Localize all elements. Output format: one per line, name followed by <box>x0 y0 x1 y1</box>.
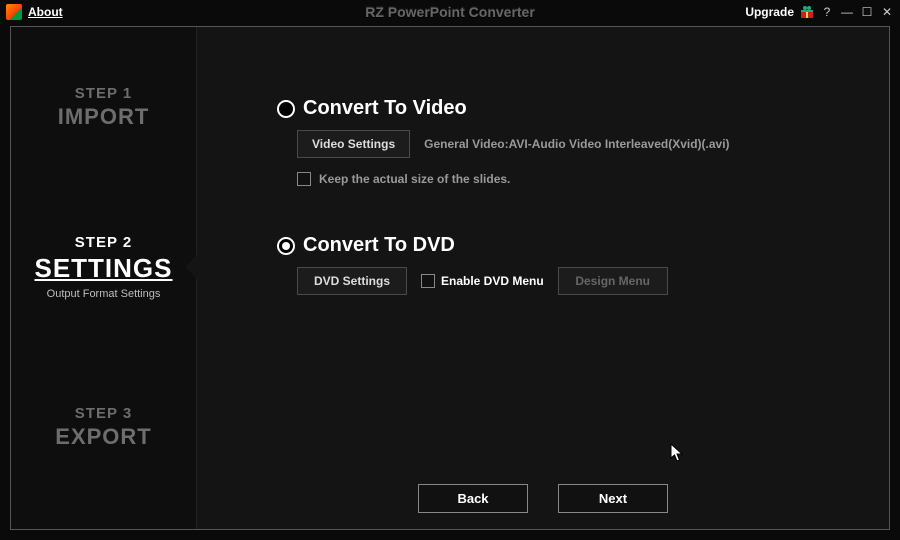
minimize-icon[interactable]: — <box>840 5 854 19</box>
video-settings-button[interactable]: Video Settings <box>297 130 410 158</box>
titlebar-right: Upgrade ? — ☐ ✕ <box>745 5 894 19</box>
settings-panel: Convert To Video Video Settings General … <box>197 27 889 529</box>
step-export[interactable]: STEP 3 EXPORT <box>11 347 196 507</box>
upgrade-link[interactable]: Upgrade <box>745 5 794 19</box>
step-name: STEP 2 <box>75 234 132 251</box>
step-name: STEP 3 <box>75 405 132 422</box>
video-format-info: General Video:AVI-Audio Video Interleave… <box>424 137 729 151</box>
option-label: Convert To Video <box>303 97 467 120</box>
dvd-settings-button[interactable]: DVD Settings <box>297 267 407 295</box>
keep-size-row: Keep the actual size of the slides. <box>297 172 849 186</box>
step-title: IMPORT <box>58 104 150 130</box>
help-icon[interactable]: ? <box>820 5 834 19</box>
option-convert-to-dvd[interactable]: Convert To DVD <box>277 234 849 257</box>
app-icon <box>6 4 22 20</box>
keep-size-label: Keep the actual size of the slides. <box>319 172 510 186</box>
step-import[interactable]: STEP 1 IMPORT <box>11 27 196 187</box>
step-settings[interactable]: STEP 2 SETTINGS Output Format Settings <box>11 187 196 347</box>
titlebar: About RZ PowerPoint Converter Upgrade ? … <box>0 0 900 24</box>
main-frame: STEP 1 IMPORT STEP 2 SETTINGS Output For… <box>10 26 890 530</box>
dvd-settings-row: DVD Settings Enable DVD Menu Design Menu <box>297 267 849 295</box>
sidebar-steps: STEP 1 IMPORT STEP 2 SETTINGS Output For… <box>11 27 197 529</box>
wizard-nav: Back Next <box>197 484 889 513</box>
step-title: EXPORT <box>55 424 151 450</box>
next-button[interactable]: Next <box>558 484 668 513</box>
step-name: STEP 1 <box>75 85 132 102</box>
close-icon[interactable]: ✕ <box>880 5 894 19</box>
design-menu-button[interactable]: Design Menu <box>558 267 668 295</box>
enable-dvd-menu-checkbox[interactable] <box>421 274 435 288</box>
radio-convert-to-video[interactable] <box>277 100 295 118</box>
mouse-cursor-icon <box>670 443 686 463</box>
option-label: Convert To DVD <box>303 234 455 257</box>
video-settings-row: Video Settings General Video:AVI-Audio V… <box>297 130 849 158</box>
about-link[interactable]: About <box>28 5 63 19</box>
maximize-icon[interactable]: ☐ <box>860 5 874 19</box>
radio-convert-to-dvd[interactable] <box>277 237 295 255</box>
enable-dvd-menu-label: Enable DVD Menu <box>441 274 544 288</box>
step-subtitle: Output Format Settings <box>47 288 161 300</box>
keep-size-checkbox[interactable] <box>297 172 311 186</box>
back-button[interactable]: Back <box>418 484 528 513</box>
step-title: SETTINGS <box>34 253 172 284</box>
option-convert-to-video[interactable]: Convert To Video <box>277 97 849 120</box>
gift-icon[interactable] <box>800 5 814 19</box>
